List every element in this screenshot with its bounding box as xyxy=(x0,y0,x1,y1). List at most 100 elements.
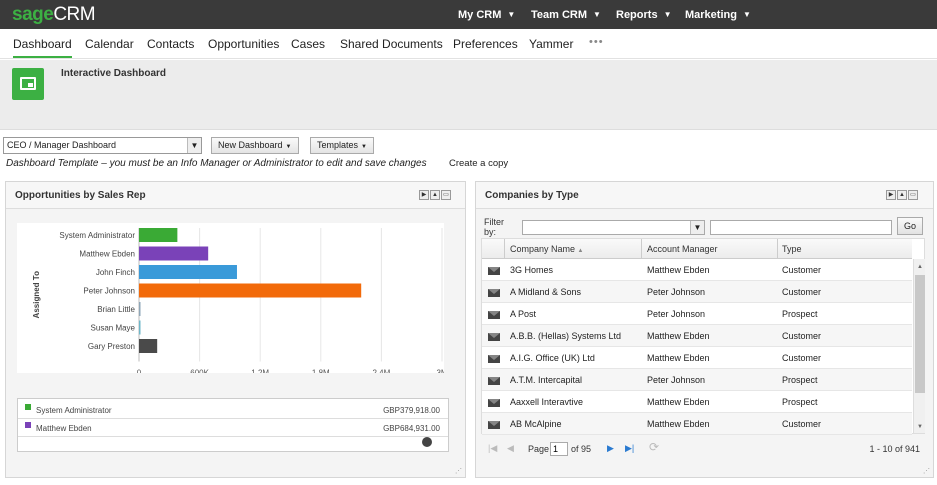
menu-yammer[interactable]: Yammer xyxy=(529,37,573,51)
chevron-down-icon[interactable]: ▼ xyxy=(690,221,704,234)
cell-account-manager: Matthew Ebden xyxy=(647,397,710,407)
envelope-icon[interactable] xyxy=(488,399,500,407)
bar[interactable] xyxy=(139,320,141,335)
first-page-icon[interactable]: |◀ xyxy=(488,443,497,454)
menu-shared-documents[interactable]: Shared Documents xyxy=(340,37,443,51)
caret-down-icon: ▼ xyxy=(742,10,751,19)
y-axis-title: Assigned To xyxy=(32,271,41,319)
cell-type: Customer xyxy=(782,353,822,363)
grid-scrollbar[interactable]: ▲ ▼ xyxy=(913,259,925,433)
table-row[interactable]: A Midland & Sons Peter Johnson Customer xyxy=(482,281,912,303)
create-copy-link[interactable]: Create a copy xyxy=(449,158,508,169)
next-page-icon[interactable]: ▶ xyxy=(607,443,614,454)
cell-company-name[interactable]: Aaxxell Interavtive xyxy=(510,397,583,407)
caret-down-icon: ▼ xyxy=(507,10,516,19)
page-summary: 1 - 10 of 941 xyxy=(869,444,920,454)
envelope-icon[interactable] xyxy=(488,333,500,341)
resize-handle-icon[interactable]: ⋰ xyxy=(455,467,463,475)
templates-button[interactable]: Templates ▼ xyxy=(310,137,374,154)
bar[interactable] xyxy=(139,302,141,316)
bar[interactable] xyxy=(139,339,158,353)
panel-title: Companies by Type xyxy=(485,190,579,201)
cell-type: Prospect xyxy=(782,375,818,385)
table-row[interactable]: A.I.G. Office (UK) Ltd Matthew Ebden Custo… xyxy=(482,347,912,369)
scroll-down-icon[interactable]: ▼ xyxy=(914,421,926,433)
cell-type: Customer xyxy=(782,287,822,297)
maximize-icon[interactable]: ▭ xyxy=(908,190,918,200)
topnav-team-crm[interactable]: Team CRM ▼ xyxy=(531,0,601,29)
maximize-icon[interactable]: ▭ xyxy=(441,190,451,200)
cell-company-name[interactable]: 3G Homes xyxy=(510,265,553,275)
last-page-icon[interactable]: ▶| xyxy=(625,443,634,454)
logo-sage-text: sage xyxy=(12,4,54,25)
cell-account-manager: Matthew Ebden xyxy=(647,353,710,363)
cell-company-name[interactable]: A Post xyxy=(510,309,536,319)
scroll-up-icon[interactable]: ▲ xyxy=(914,261,926,273)
envelope-icon[interactable] xyxy=(488,267,500,275)
page-number-input[interactable] xyxy=(550,442,568,456)
bar[interactable] xyxy=(139,283,362,298)
collapse-icon[interactable]: ▲ xyxy=(897,190,907,200)
play-icon[interactable]: ▶ xyxy=(886,190,896,200)
menu-opportunities[interactable]: Opportunities xyxy=(208,37,279,51)
topnav-my-crm[interactable]: My CRM ▼ xyxy=(458,0,515,29)
category-label: John Finch xyxy=(96,268,135,277)
scrollbar-thumb[interactable] xyxy=(915,275,925,393)
legend-value: GBP684,931.00 xyxy=(383,424,440,433)
table-row[interactable]: A.B.B. (Hellas) Systems Ltd Matthew Ebden… xyxy=(482,325,912,347)
column-type[interactable]: Type xyxy=(782,244,802,254)
table-row[interactable]: 3G Homes Matthew Ebden Customer xyxy=(482,259,912,281)
chart-area: 0 600K 1.2M 1.8M 2.4M 3M System Administrator M… xyxy=(17,223,444,373)
top-bar: sageCRM My CRM ▼ Team CRM ▼ Reports ▼ Marke… xyxy=(0,0,937,29)
column-company-name[interactable]: Company Name ▲ xyxy=(510,244,584,254)
topnav-reports[interactable]: Reports ▼ xyxy=(616,0,671,29)
envelope-icon[interactable] xyxy=(488,421,500,429)
filter-label: Filter by: xyxy=(484,217,504,237)
envelope-icon[interactable] xyxy=(488,289,500,297)
bar[interactable] xyxy=(139,228,178,242)
envelope-icon[interactable] xyxy=(488,355,500,363)
menu-preferences[interactable]: Preferences xyxy=(453,37,518,51)
table-row[interactable]: A Post Peter Johnson Prospect xyxy=(482,303,912,325)
templates-label: Templates xyxy=(317,140,359,150)
play-icon[interactable]: ▶ xyxy=(419,190,429,200)
cell-company-name[interactable]: A.B.B. (Hellas) Systems Ltd xyxy=(510,331,621,341)
table-row[interactable]: Aaxxell Interavtive Matthew Ebden Prospect xyxy=(482,391,912,413)
table-row[interactable]: A.T.M. Intercapital Peter Johnson Prospect xyxy=(482,369,912,391)
chart-legend: System Administrator GBP379,918.00 Matth… xyxy=(17,398,449,452)
prev-page-icon[interactable]: ◀ xyxy=(507,443,514,454)
x-tick-label: 3M xyxy=(436,369,444,374)
go-button[interactable]: Go xyxy=(897,217,923,235)
menu-contacts[interactable]: Contacts xyxy=(147,37,194,51)
menu-cases[interactable]: Cases xyxy=(291,37,325,51)
bar[interactable] xyxy=(139,246,209,261)
collapse-icon[interactable]: ▲ xyxy=(430,190,440,200)
dashboard-select[interactable]: CEO / Manager Dashboard ▼ xyxy=(3,137,202,154)
cell-company-name[interactable]: AB McAlpine xyxy=(510,419,562,429)
filter-input[interactable] xyxy=(710,220,892,235)
cell-company-name[interactable]: A Midland & Sons xyxy=(510,287,581,297)
chevron-down-icon[interactable]: ▼ xyxy=(187,138,201,153)
new-dashboard-button[interactable]: New Dashboard ▼ xyxy=(211,137,299,154)
column-divider xyxy=(641,239,642,259)
filter-select[interactable]: ▼ xyxy=(522,220,705,235)
envelope-icon[interactable] xyxy=(488,311,500,319)
bar[interactable] xyxy=(139,265,237,279)
table-row[interactable]: AB McAlpine Matthew Ebden Customer xyxy=(482,413,912,435)
resize-handle-icon[interactable]: ⋰ xyxy=(923,467,931,475)
menu-calendar[interactable]: Calendar xyxy=(85,37,134,51)
envelope-icon[interactable] xyxy=(488,377,500,385)
legend-scroll-dot[interactable] xyxy=(422,437,432,447)
panel-controls: ▶ ▲ ▭ xyxy=(418,190,451,200)
menu-dashboard[interactable]: Dashboard xyxy=(13,37,72,58)
cell-company-name[interactable]: A.I.G. Office (UK) Ltd xyxy=(510,353,595,363)
cell-account-manager: Matthew Ebden xyxy=(647,419,710,429)
cell-company-name[interactable]: A.T.M. Intercapital xyxy=(510,375,582,385)
more-menu-icon[interactable]: ••• xyxy=(589,36,604,48)
column-account-manager[interactable]: Account Manager xyxy=(647,244,718,254)
topnav-marketing[interactable]: Marketing ▼ xyxy=(685,0,751,29)
new-dashboard-label: New Dashboard xyxy=(218,140,283,150)
sage-crm-logo[interactable]: sageCRM xyxy=(12,4,96,26)
column-divider xyxy=(777,239,778,259)
refresh-icon[interactable]: ⟳ xyxy=(649,440,659,454)
